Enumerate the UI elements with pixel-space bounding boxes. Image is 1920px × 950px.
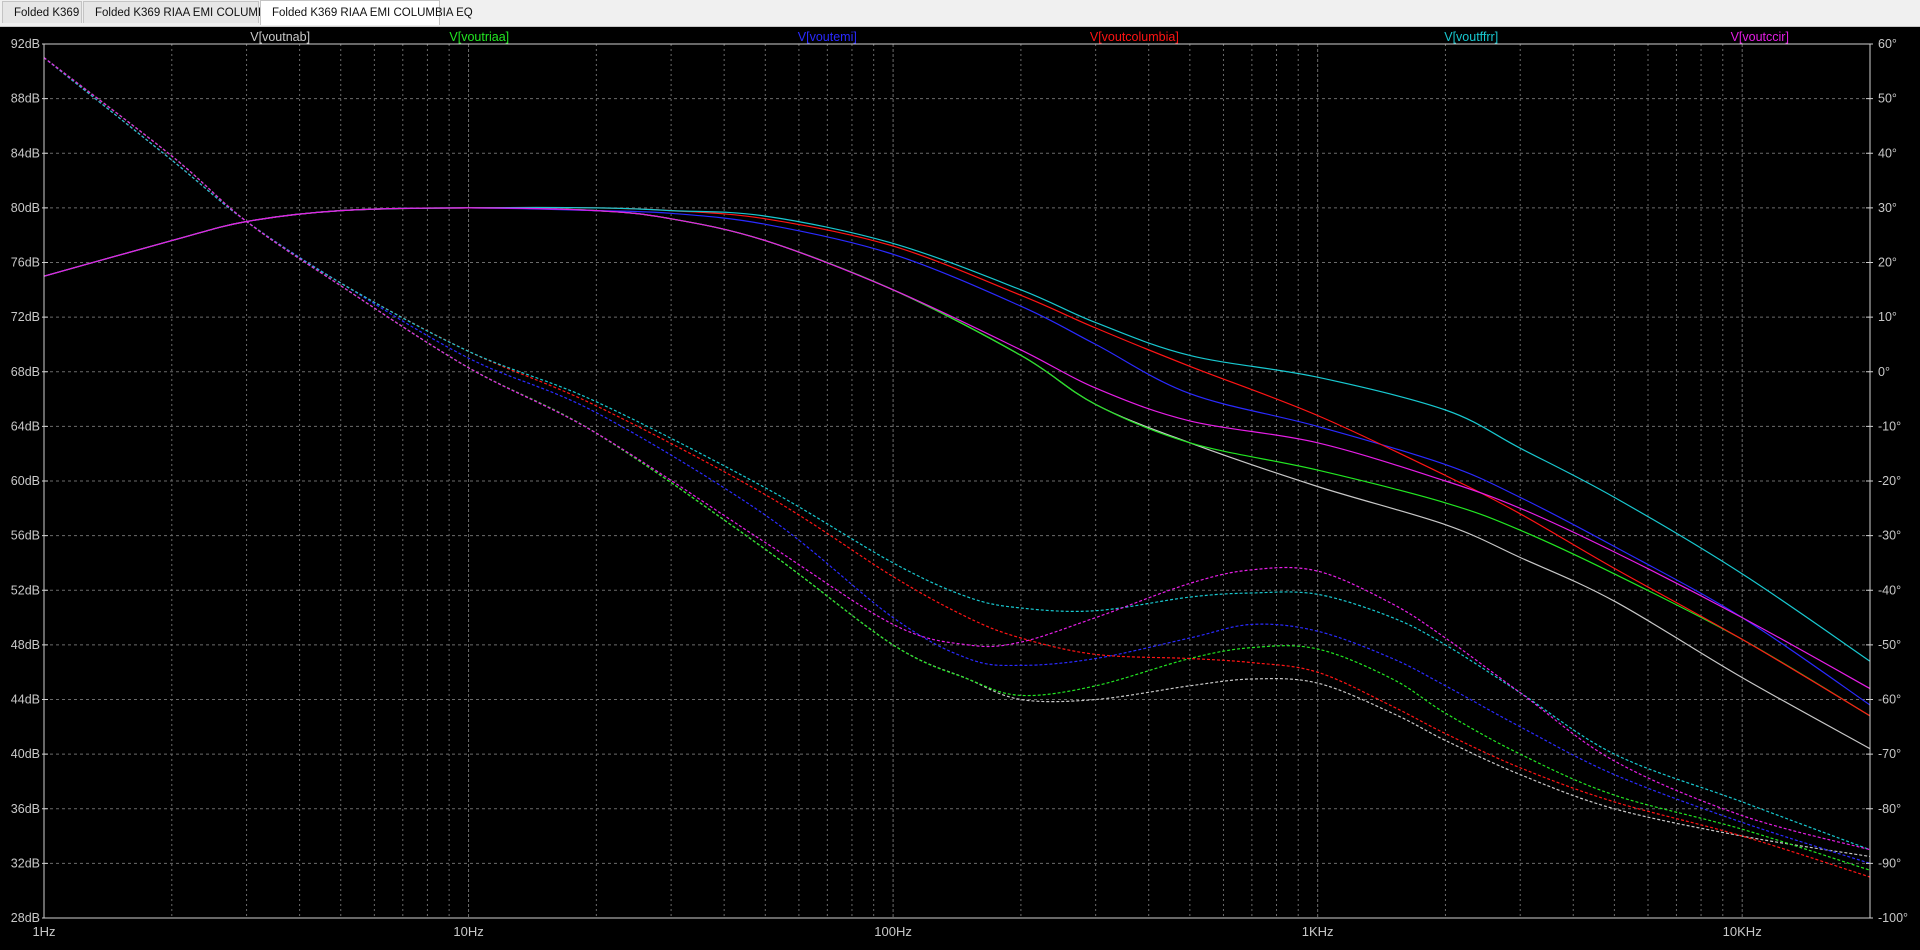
y-right-tick-label: 10° [1878,310,1897,324]
y-left-tick-label: 56dB [11,529,40,543]
magnitude-trace-vvoutemi [43,57,1871,864]
phase-trace-vvoutemi [43,207,1871,706]
magnitude-trace-vvoutffrr [43,57,1871,851]
window-tab-bar: Folded K369 Folded K369 RIAA EMI COLUMBI… [0,0,1920,27]
y-right-tick-label: -80° [1878,802,1901,816]
phase-trace-vvoutccir [43,207,1871,690]
tab-folded-k369[interactable]: Folded K369 [2,1,82,23]
phase-trace-vvoutnab [43,207,1871,750]
tab-label: Folded K369 [14,6,80,19]
legend-entry-vvoutcolumbia[interactable]: V[voutcolumbia] [1090,30,1179,44]
phase-trace-vvoutcolumbia [43,206,1871,717]
x-tick-label: 1Hz [32,924,55,939]
tab-label: Folded K369 RIAA EMI COLUMBIA EQ [272,7,473,19]
y-left-tick-label: 76dB [11,256,40,270]
legend: V[voutnab] V[voutriaa] V[voutemi] V[voutcol… [250,30,1789,44]
tab-folded-k369-riaa-emi-columbia-eq[interactable]: Folded K369 RIAA EMI COLUMBIA EQ [83,1,296,23]
phase-trace-vvoutffrr [43,206,1871,662]
y-right-tick-label: 40° [1878,146,1897,160]
y-right-tick-label: 20° [1878,256,1897,270]
y-left-tick-label: 92dB [11,37,40,51]
magnitude-trace-vvoutnab [43,57,1871,858]
y-right-tick-label: -60° [1878,693,1901,707]
phase-trace-vvoutriaa [43,207,1871,717]
axes: 1Hz 10Hz 100Hz 1KHz 10KHz 92dB 88dB 84dB 80dB 76d… [11,37,1908,939]
y-left-tick-label: 48dB [11,638,40,652]
legend-entry-vvoutriaa[interactable]: V[voutriaa] [449,30,509,44]
waveform-plot-pane[interactable]: 1Hz 10Hz 100Hz 1KHz 10KHz 92dB 88dB 84dB 80dB 76d… [0,27,1920,950]
y-left-tick-label: 44dB [11,693,40,707]
y-left-tick-label: 32dB [11,856,40,870]
y-left-tick-label: 68dB [11,365,40,379]
legend-entry-vvoutnab[interactable]: V[voutnab] [250,30,310,44]
y-left-tick-label: 36dB [11,802,40,816]
y-right-tick-label: 60° [1878,37,1897,51]
y-right-tick-label: -90° [1878,856,1901,870]
y-left-tick-label: 72dB [11,310,40,324]
y-right-tick-label: 0° [1878,365,1890,379]
y-left-tick-label: 88dB [11,92,40,106]
y-right-tick-label: 50° [1878,92,1897,106]
legend-entry-vvoutffrr[interactable]: V[voutffrr] [1444,30,1498,44]
y-right-tick-label: -50° [1878,638,1901,652]
y-left-tick-label: 28dB [11,911,40,925]
magnitude-trace-vvoutriaa [43,57,1871,871]
x-tick-label: 10KHz [1723,924,1762,939]
magnitude-trace-vvoutccir [43,57,1871,851]
y-right-tick-label: -70° [1878,747,1901,761]
y-right-tick-label: -100° [1878,911,1908,925]
legend-entry-vvoutemi[interactable]: V[voutemi] [798,30,857,44]
y-left-tick-label: 84dB [11,146,40,160]
bode-plot[interactable]: 1Hz 10Hz 100Hz 1KHz 10KHz 92dB 88dB 84dB 80dB 76d… [0,27,1920,950]
y-right-tick-label: -30° [1878,529,1901,543]
y-right-tick-label: -20° [1878,474,1901,488]
y-left-tick-label: 60dB [11,474,40,488]
grid [44,44,1871,918]
x-tick-label: 1KHz [1302,924,1334,939]
tab-waveform-plot[interactable]: Folded K369 RIAA EMI COLUMBIA EQ [260,0,473,25]
y-left-tick-label: 40dB [11,747,40,761]
y-right-tick-label: -40° [1878,583,1901,597]
y-left-tick-label: 52dB [11,583,40,597]
x-tick-label: 10Hz [453,924,483,939]
y-left-tick-label: 80dB [11,201,40,215]
y-right-tick-label: -10° [1878,419,1901,433]
legend-entry-vvoutccir[interactable]: V[voutccir] [1731,30,1789,44]
y-right-tick-label: 30° [1878,201,1897,215]
x-tick-label: 100Hz [874,924,912,939]
y-left-tick-label: 64dB [11,419,40,433]
